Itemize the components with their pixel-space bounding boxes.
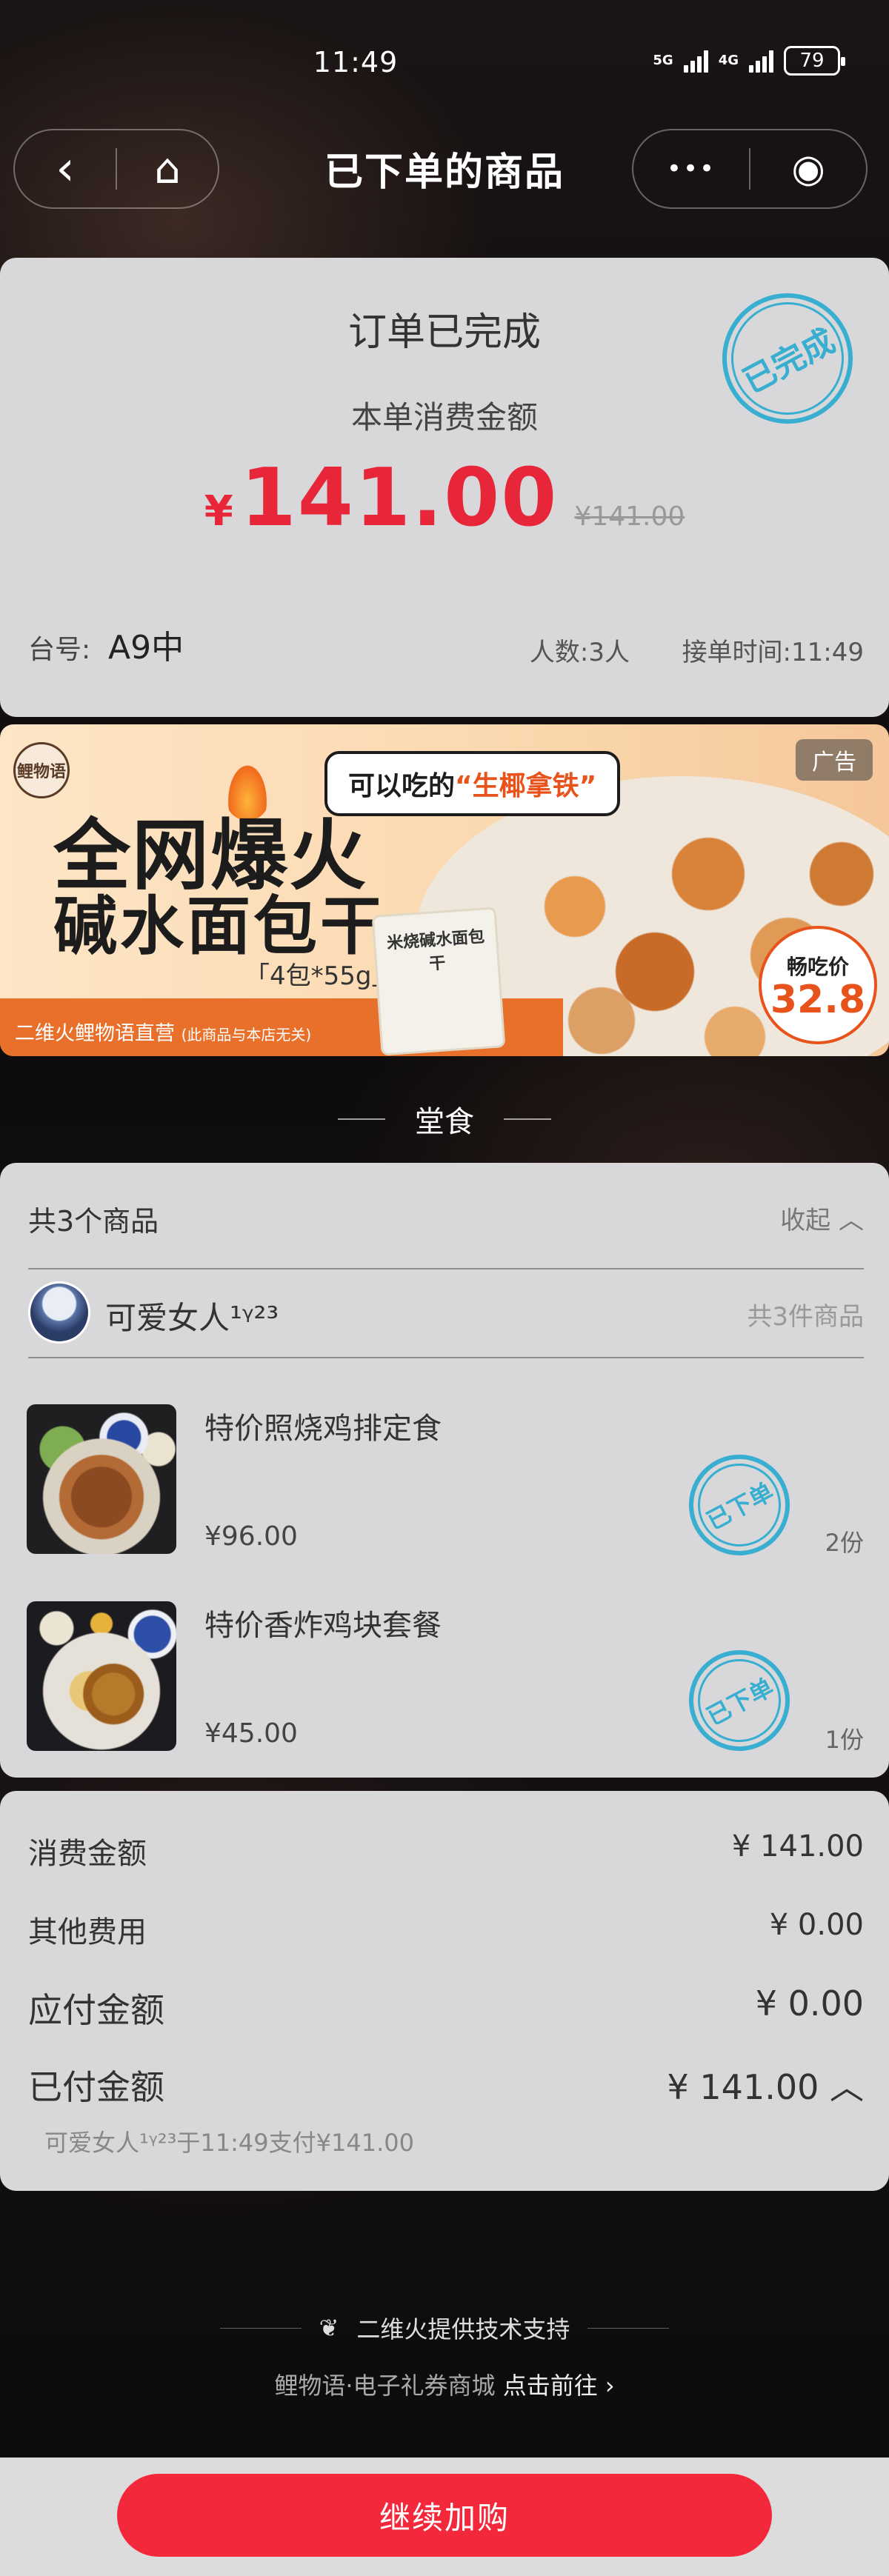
mall-name: 鲤物语·电子礼券商城 <box>274 2372 496 2400</box>
ad-banner[interactable]: 鲤物语 全网爆火 碱水面包干 「4包*55g」 可以吃的“生椰拿铁” 二维火鲤物… <box>0 724 889 1056</box>
close-target-icon[interactable]: ◉ <box>750 130 866 207</box>
leaf-icon: ❦ <box>319 2314 339 2342</box>
payable-value: ¥ 0.00 <box>755 1983 864 2023</box>
signal-icon <box>683 49 708 73</box>
section-divider: 堂食 <box>0 1098 889 1141</box>
mall-link[interactable]: 点击前往 › <box>503 2372 615 2400</box>
ad-bar-text: 二维火鲤物语直营 (此商品与本店无关) <box>15 1017 311 1046</box>
order-amount: 141.00 <box>240 452 559 544</box>
original-amount: ¥141.00 <box>574 501 685 532</box>
dish-name: 特价香炸鸡块套餐 <box>204 1609 442 1643</box>
ad-spec: 「4包*55g」 <box>244 961 397 991</box>
collapse-toggle[interactable]: 收起 ︿ <box>780 1200 864 1236</box>
signal-icon <box>749 49 773 73</box>
ad-bar-note: (此商品与本店无关) <box>181 1026 312 1044</box>
mall-link-row: 鲤物语·电子礼券商城 点击前往 › <box>0 2367 889 2401</box>
product-package: 米烧碱水面包干 <box>371 907 506 1056</box>
order-items-card: 共3个商品 收起 ︿ 可爱女人¹ᵞ²³ 共3件商品 特价照烧鸡排定食 ¥96.0… <box>0 1163 889 1778</box>
table-number: A9中 <box>108 629 184 667</box>
continue-order-button[interactable]: 继续加购 <box>117 2474 772 2557</box>
payment-note: 可爱女人¹ᵞ²³于11:49支付¥141.00 <box>44 2129 414 2157</box>
bill-summary-card: 消费金额 ¥ 141.00 其他费用 ¥ 0.00 应付金额 ¥ 0.00 已付… <box>0 1791 889 2191</box>
tech-support: ❦ 二维火提供技术支持 <box>0 2311 889 2345</box>
other-fee-label: 其他费用 <box>28 1915 147 1949</box>
ad-speech-bubble: 可以吃的“生椰拿铁” <box>324 751 621 816</box>
user-item-total: 共3件商品 <box>747 1302 864 1332</box>
network-5g-label: 5G <box>653 53 673 68</box>
divider-line <box>587 2327 670 2329</box>
bubble-text: 可以吃的 <box>348 771 456 801</box>
brand-logo: 鲤物语 <box>13 742 70 798</box>
dish-quantity: 2份 <box>825 1529 864 1557</box>
order-received-time: 接单时间:11:49 <box>682 638 864 667</box>
consume-value: ¥ 141.00 <box>731 1829 864 1863</box>
ad-bar-label: 二维火鲤物语直营 <box>15 1022 175 1045</box>
dish-image <box>27 1404 176 1554</box>
payable-label: 应付金额 <box>28 1990 164 2030</box>
user-name: 可爱女人¹ᵞ²³ <box>105 1300 279 1336</box>
dish-image <box>27 1601 176 1751</box>
ad-tag: 广告 <box>796 739 873 781</box>
currency-symbol: ¥ <box>204 487 233 535</box>
ordered-stamp: 已下单 <box>671 1437 808 1573</box>
nav-right-capsule: ••• ◉ <box>632 129 868 209</box>
network-4g-label: 4G <box>718 53 739 68</box>
tech-support-text: 二维火提供技术支持 <box>356 2315 570 2343</box>
divider <box>28 1357 864 1358</box>
divider-line <box>338 1118 385 1120</box>
order-amount-row: ¥ 141.00 ¥141.00 <box>0 452 889 544</box>
divider-line <box>504 1118 551 1120</box>
section-title: 堂食 <box>415 1105 474 1139</box>
status-indicators: 5G 4G 79 <box>653 46 845 76</box>
people-count: 人数:3人 <box>529 638 630 667</box>
more-icon[interactable]: ••• <box>633 130 749 207</box>
ordered-stamp: 已下单 <box>671 1632 808 1769</box>
paid-label: 已付金额 <box>28 2067 164 2107</box>
status-time: 11:49 <box>313 46 399 79</box>
other-fee-value: ¥ 0.00 <box>769 1908 864 1942</box>
consume-label: 消费金额 <box>28 1837 147 1871</box>
battery-icon: 79 <box>784 46 845 76</box>
divider <box>28 1268 864 1269</box>
bubble-highlight: “生椰拿铁” <box>455 771 597 801</box>
ad-price-badge: 畅吃价 32.8 <box>759 926 877 1044</box>
divider-line <box>219 2327 302 2329</box>
table-label: 台号: <box>28 635 91 665</box>
dish-quantity: 1份 <box>825 1726 864 1754</box>
price-label: 畅吃价 <box>786 955 849 979</box>
ad-product-name: 碱水面包干 <box>53 890 387 964</box>
price-value: 32.8 <box>770 978 866 1022</box>
dish-price: ¥45.00 <box>204 1718 298 1749</box>
avatar <box>28 1281 90 1344</box>
dish-name: 特价照烧鸡排定食 <box>204 1412 442 1446</box>
items-count: 共3个商品 <box>28 1205 159 1238</box>
order-status-card: 订单已完成 本单消费金额 ¥ 141.00 ¥141.00 已完成 台号: A9… <box>0 258 889 717</box>
dish-price: ¥96.00 <box>204 1521 298 1552</box>
paid-value[interactable]: ¥ 141.00 ︿ <box>667 2061 864 2109</box>
